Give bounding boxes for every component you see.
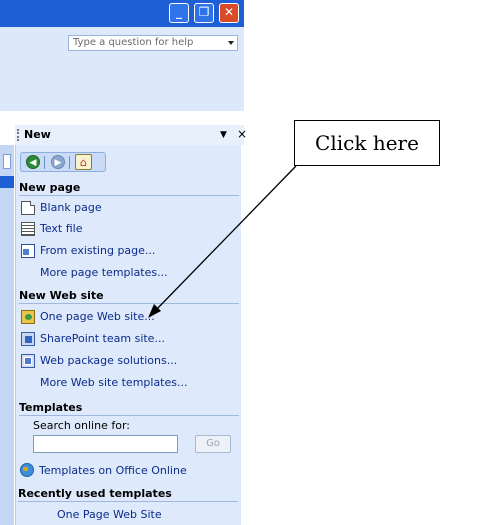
link-web-package-solutions[interactable]: Web package solutions... bbox=[40, 354, 177, 367]
help-question-input[interactable]: Type a question for help bbox=[68, 35, 238, 51]
maximize-button[interactable]: ❐ bbox=[194, 3, 214, 23]
click-here-callout: Click here bbox=[294, 120, 440, 166]
search-online-input[interactable] bbox=[33, 435, 178, 453]
chevron-down-icon[interactable] bbox=[228, 41, 234, 45]
left-tab-active[interactable] bbox=[0, 176, 14, 188]
text-file-icon bbox=[21, 222, 35, 236]
task-pane-title: New bbox=[24, 128, 51, 141]
link-text-file[interactable]: Text file bbox=[40, 222, 83, 235]
back-arrow-icon[interactable]: ◀ bbox=[26, 155, 40, 169]
left-strip bbox=[0, 145, 14, 525]
pane-dropdown-button[interactable]: ▼ bbox=[220, 130, 227, 140]
grip-handle[interactable] bbox=[17, 129, 21, 141]
link-recent-one-page-web-site[interactable]: One Page Web Site bbox=[57, 508, 162, 521]
left-tab[interactable] bbox=[3, 154, 11, 169]
section-templates: Templates bbox=[19, 401, 239, 416]
minimize-button[interactable]: _ bbox=[169, 3, 189, 23]
link-from-existing-page[interactable]: From existing page... bbox=[40, 244, 155, 257]
section-new-web-site: New Web site bbox=[19, 289, 239, 304]
task-pane-header: New ▼ × bbox=[15, 125, 247, 145]
home-icon[interactable]: ⌂ bbox=[75, 154, 92, 170]
menu-area: Type a question for help bbox=[0, 27, 244, 111]
nav-separator bbox=[44, 156, 45, 169]
office-online-globe-icon bbox=[20, 463, 34, 477]
existing-page-icon bbox=[21, 244, 35, 258]
go-button[interactable]: Go bbox=[195, 435, 231, 453]
link-templates-office-online[interactable]: Templates on Office Online bbox=[39, 464, 187, 477]
pane-nav-bar: ◀ ▶ ⌂ bbox=[20, 152, 106, 172]
section-recently-used: Recently used templates bbox=[18, 487, 238, 502]
title-bar: _ ❐ ✕ bbox=[0, 0, 244, 28]
blank-page-icon bbox=[21, 201, 35, 215]
pane-close-button[interactable]: × bbox=[237, 127, 247, 141]
search-online-label: Search online for: bbox=[33, 419, 130, 432]
help-placeholder: Type a question for help bbox=[73, 37, 194, 48]
link-blank-page[interactable]: Blank page bbox=[40, 201, 102, 214]
one-page-site-icon bbox=[21, 310, 35, 324]
link-one-page-web-site[interactable]: One page Web site... bbox=[40, 310, 155, 323]
section-new-page: New page bbox=[19, 181, 239, 196]
link-more-web-site-templates[interactable]: More Web site templates... bbox=[40, 376, 188, 389]
sharepoint-icon bbox=[21, 332, 35, 346]
link-sharepoint-team-site[interactable]: SharePoint team site... bbox=[40, 332, 165, 345]
web-package-icon bbox=[21, 354, 35, 368]
link-more-page-templates[interactable]: More page templates... bbox=[40, 266, 168, 279]
close-button[interactable]: ✕ bbox=[219, 3, 239, 23]
forward-arrow-icon[interactable]: ▶ bbox=[51, 155, 65, 169]
nav-separator bbox=[69, 156, 70, 169]
